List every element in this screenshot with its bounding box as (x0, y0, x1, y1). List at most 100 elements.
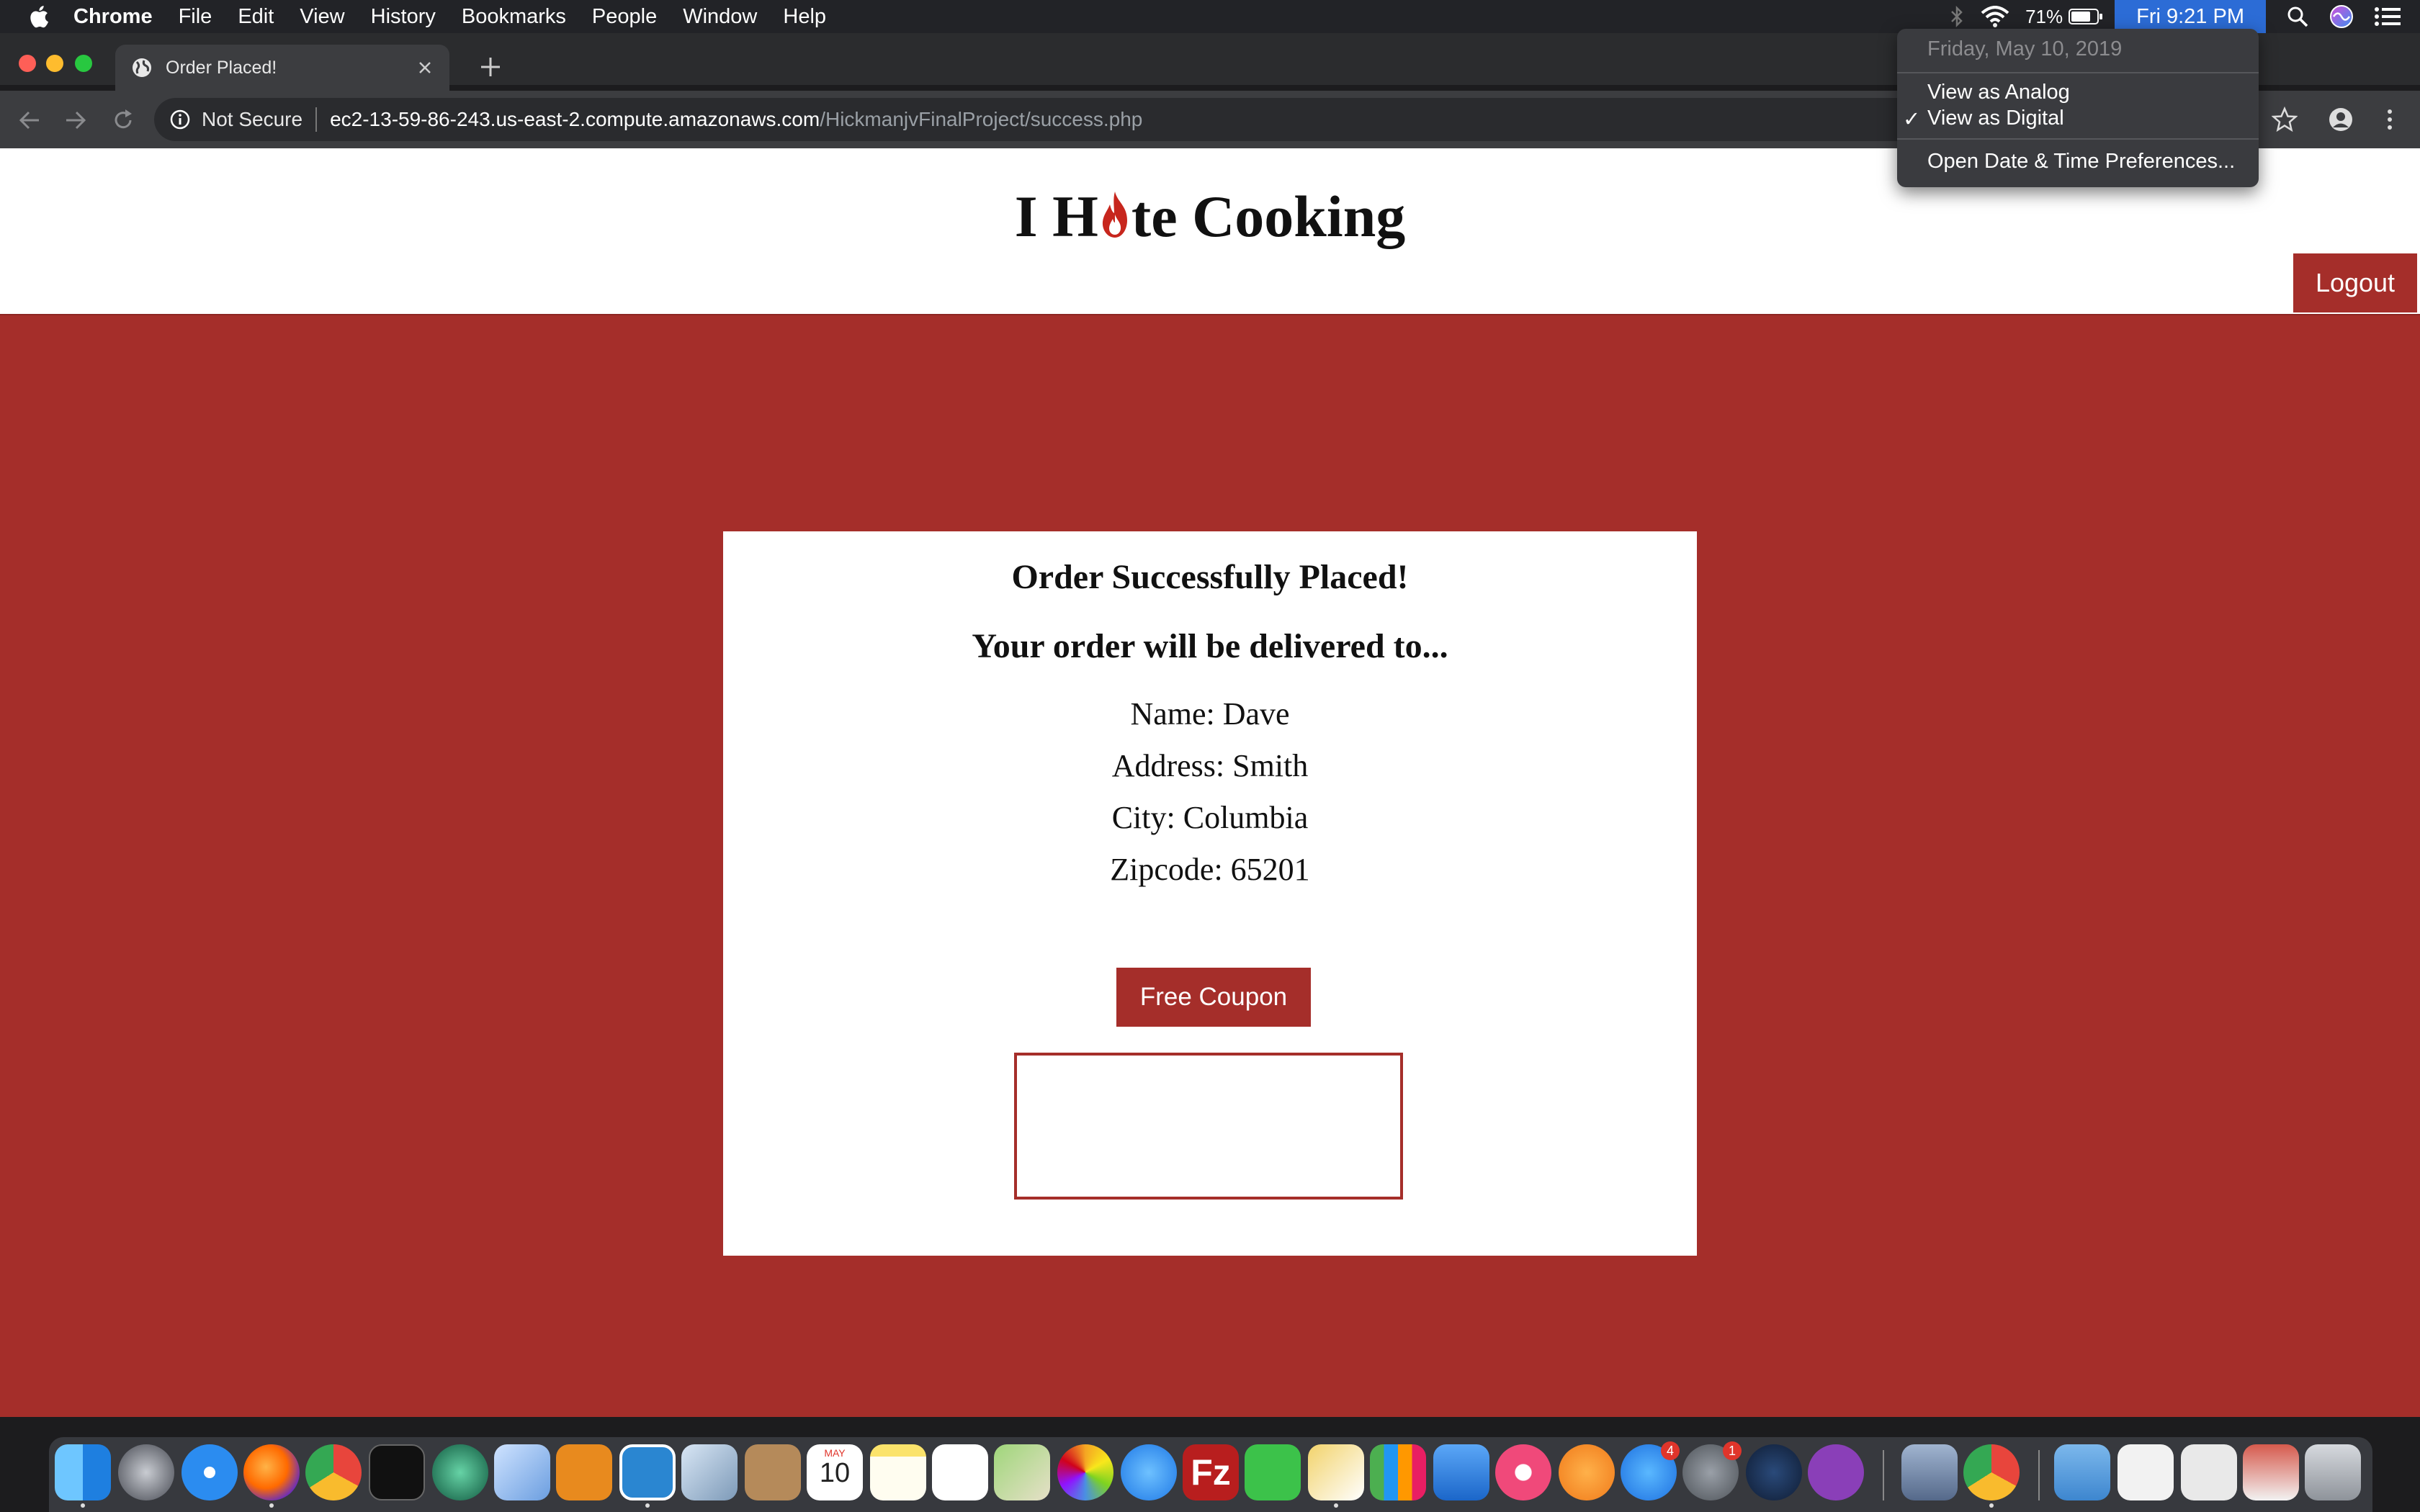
order-success-heading: Order Successfully Placed! (1011, 558, 1409, 596)
browser-tab[interactable]: Order Placed! (115, 45, 449, 91)
sourcetree-icon[interactable] (556, 1444, 612, 1500)
maps-icon[interactable] (994, 1444, 1050, 1500)
menu-help[interactable]: Help (783, 0, 826, 33)
order-address: Address: Smith (1111, 748, 1309, 783)
back-arrow-icon[interactable] (17, 108, 42, 132)
document-stack-icon[interactable] (2118, 1444, 2174, 1500)
contacts-icon[interactable] (745, 1444, 801, 1500)
system-preferences-badge: 1 (1723, 1441, 1742, 1460)
new-tab-plus-icon[interactable] (478, 55, 503, 79)
messages-icon[interactable] (1121, 1444, 1177, 1500)
free-coupon-button[interactable]: Free Coupon (1116, 968, 1311, 1027)
dock-separator (2038, 1450, 2040, 1500)
profile-account-icon[interactable] (2328, 107, 2354, 132)
tab-close-icon[interactable] (416, 59, 434, 76)
app-window-icon[interactable] (619, 1444, 676, 1500)
order-name: Name: Dave (1130, 696, 1290, 732)
terminal-icon[interactable] (369, 1444, 425, 1500)
menu-file[interactable]: File (179, 0, 212, 33)
url-separator (315, 107, 318, 132)
menu-view[interactable]: View (300, 0, 344, 33)
notes-icon[interactable] (870, 1444, 926, 1500)
menu-window[interactable]: Window (683, 0, 757, 33)
menu-app-chrome[interactable]: Chrome (73, 0, 153, 33)
running-indicator (645, 1503, 650, 1508)
firefox-icon[interactable] (243, 1444, 300, 1500)
calendar-day: 10 (819, 1458, 851, 1488)
keynote-icon[interactable] (1433, 1444, 1489, 1500)
filezilla-icon[interactable]: Fz (1183, 1444, 1239, 1500)
finder-icon[interactable] (55, 1444, 111, 1500)
itunes-icon[interactable] (1495, 1444, 1551, 1500)
preview-icon[interactable] (1901, 1444, 1958, 1500)
menu-view-as-digital[interactable]: View as Digital (1927, 107, 2064, 130)
forward-arrow-icon[interactable] (63, 108, 88, 132)
site-title-suffix: te Cooking (1131, 184, 1406, 249)
running-indicator (269, 1503, 274, 1508)
mail-icon[interactable] (681, 1444, 738, 1500)
flame-logo-icon (1098, 187, 1131, 239)
chrome-secondary-icon[interactable] (1963, 1444, 2020, 1500)
coupon-display-box (1014, 1053, 1403, 1200)
virtualbox-icon[interactable] (494, 1444, 550, 1500)
pages-icon[interactable] (1308, 1444, 1364, 1500)
order-confirmation-card: Order Successfully Placed! Your order wi… (723, 531, 1697, 1256)
running-indicator (81, 1503, 85, 1508)
notification-center-icon[interactable] (2374, 6, 2401, 27)
menu-history[interactable]: History (371, 0, 436, 33)
content-background: Order Successfully Placed! Your order wi… (0, 314, 2420, 1417)
checkmark-icon: ✓ (1903, 108, 1921, 131)
ibooks-icon[interactable] (1559, 1444, 1615, 1500)
wifi-icon[interactable] (1981, 6, 2009, 27)
url-host: ec2-13-59-86-243.us-east-2.compute.amazo… (330, 108, 820, 130)
info-icon[interactable] (170, 109, 190, 130)
apple-icon[interactable] (27, 4, 49, 29)
bookmark-star-icon[interactable] (2272, 107, 2298, 132)
menu-people[interactable]: People (592, 0, 657, 33)
downloads-folder-icon[interactable] (2054, 1444, 2110, 1500)
reload-icon[interactable] (111, 108, 135, 132)
tab-title: Order Placed! (166, 57, 277, 78)
menu-divider (1897, 138, 2259, 140)
window-zoom-button[interactable] (75, 55, 92, 72)
running-indicator (1334, 1503, 1338, 1508)
gog-galaxy-icon[interactable] (1808, 1444, 1864, 1500)
site-title-prefix: I H (1014, 184, 1098, 249)
order-city: City: Columbia (1111, 800, 1309, 835)
siri-icon[interactable] (2329, 4, 2354, 29)
chrome-icon[interactable] (305, 1444, 362, 1500)
dock-separator (1883, 1450, 1884, 1500)
calendar-icon[interactable]: MAY 10 (807, 1444, 863, 1500)
order-zipcode: Zipcode: 65201 (1110, 852, 1310, 887)
menu-bookmarks[interactable]: Bookmarks (462, 0, 566, 33)
site-title[interactable]: I H te Cooking (0, 183, 2420, 251)
web-page: I H te Cooking Logout Order Successfully… (0, 148, 2420, 1417)
calendar-month: MAY (824, 1447, 846, 1459)
spotlight-search-icon[interactable] (2286, 5, 2309, 28)
bluetooth-icon[interactable] (1949, 5, 1965, 28)
app-store-badge: 4 (1661, 1441, 1680, 1460)
menu-edit[interactable]: Edit (238, 0, 274, 33)
window-minimize-button[interactable] (46, 55, 63, 72)
trash-icon[interactable] (2305, 1444, 2361, 1500)
menu-open-date-time-preferences[interactable]: Open Date & Time Preferences... (1927, 150, 2235, 174)
safari-icon[interactable] (182, 1444, 238, 1500)
screenshot-stack-icon[interactable] (2243, 1444, 2299, 1500)
menu-view-as-analog[interactable]: View as Analog (1927, 81, 2070, 104)
chrome-menu-icon[interactable] (2377, 107, 2403, 132)
steam-icon[interactable] (1746, 1444, 1802, 1500)
launchpad-icon[interactable] (118, 1444, 174, 1500)
battery-icon[interactable] (2069, 8, 2103, 25)
window-close-button[interactable] (19, 55, 36, 72)
running-indicator (1989, 1503, 1994, 1508)
clock-dropdown-menu: Friday, May 10, 2019 View as Analog ✓ Vi… (1897, 29, 2259, 187)
numbers-icon[interactable] (1370, 1444, 1426, 1500)
url-path: /HickmanjvFinalProject/success.php (820, 108, 1143, 130)
reminders-icon[interactable] (932, 1444, 988, 1500)
logout-button[interactable]: Logout (2293, 253, 2417, 312)
atom-editor-icon[interactable] (432, 1444, 488, 1500)
photos-icon[interactable] (1057, 1444, 1113, 1500)
facetime-icon[interactable] (1245, 1444, 1301, 1500)
document-stack-icon[interactable] (2181, 1444, 2237, 1500)
security-indicator[interactable]: Not Secure (202, 108, 302, 131)
